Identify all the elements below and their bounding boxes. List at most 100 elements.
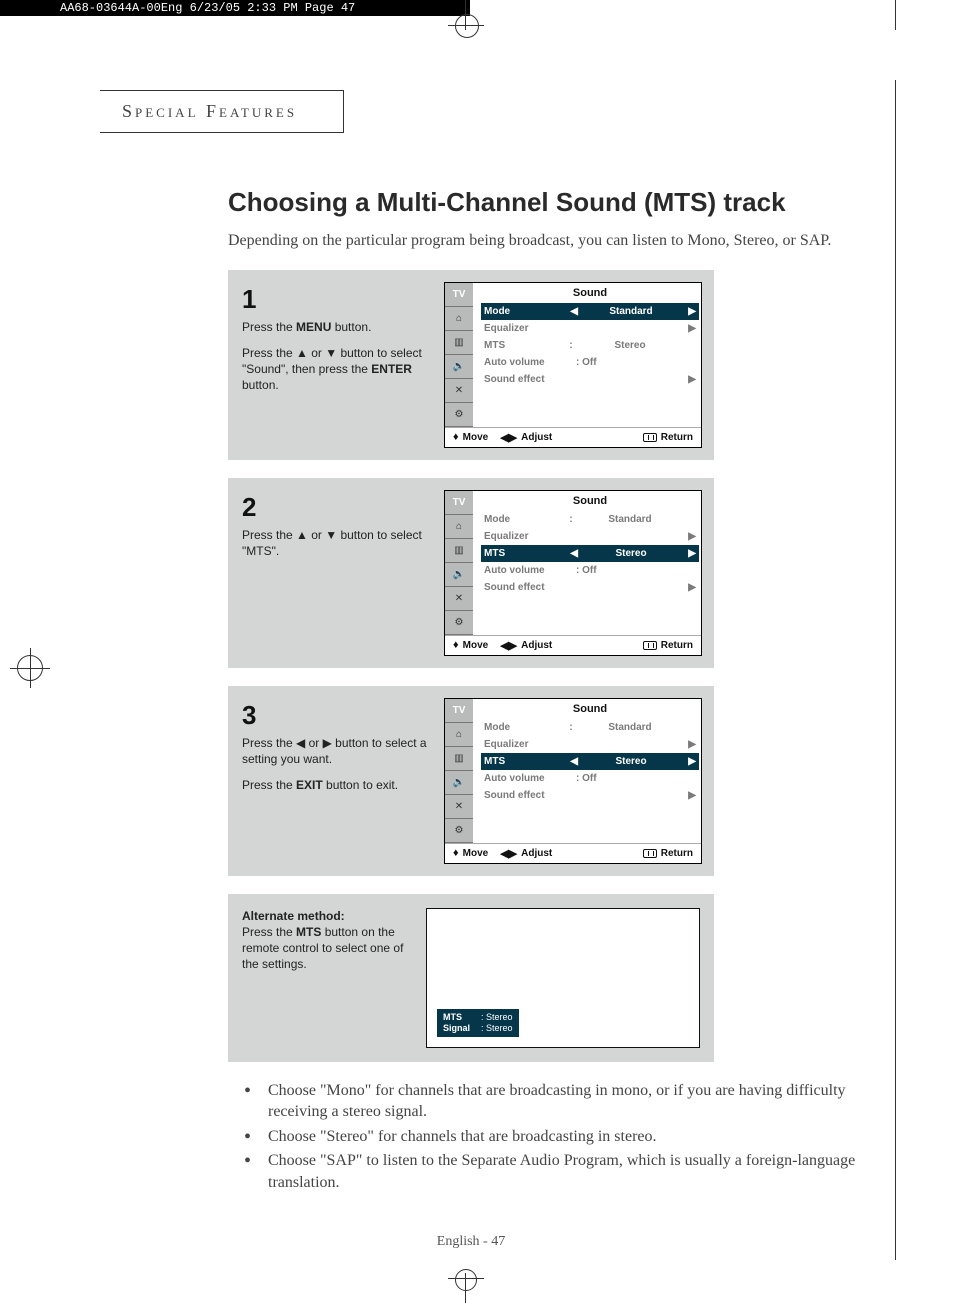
menu-av-label: Auto volume xyxy=(484,565,566,576)
footer-adjust: Adjust xyxy=(521,432,552,443)
setup-icon: ⚙ xyxy=(445,819,473,843)
step-3-text: 3 Press the ◀ or ▶ button to select a se… xyxy=(242,698,430,864)
leftright-icon: ◀▶ xyxy=(500,431,517,444)
menu-row-auto-volume: Auto volume : Off xyxy=(481,562,699,579)
step-1-number: 1 xyxy=(242,282,430,317)
menu-row-mode: Mode ◀ Standard ▶ xyxy=(481,303,699,320)
step-3-screenshot: TV ⌂ ▥ 🔊 ✕ ⚙ Sound Mode : Standard Equal xyxy=(444,698,702,864)
alternate-screenshot: MTS : Stereo Signal : Stereo xyxy=(426,908,700,1048)
osd-title: Sound xyxy=(481,703,699,715)
menu-mts-value: Stereo xyxy=(578,756,684,767)
arrow-right-icon: ▶ xyxy=(684,374,696,385)
picture-icon: ⌂ xyxy=(445,307,473,331)
menu-mts-value: Stereo xyxy=(576,340,684,351)
menu-se-label: Sound effect xyxy=(484,790,566,801)
return-icon xyxy=(643,433,657,442)
menu-row-mts: MTS : Stereo xyxy=(481,337,699,354)
osd-footer: ♦Move ◀▶Adjust Return xyxy=(445,427,701,447)
colon: : xyxy=(566,722,576,733)
menu-eq-label: Equalizer xyxy=(484,323,566,334)
alternate-method-block: Alternate method: Press the MTS button o… xyxy=(228,894,714,1062)
osd-title: Sound xyxy=(481,287,699,299)
step-3-block: 3 Press the ◀ or ▶ button to select a se… xyxy=(228,686,714,876)
menu-av-label: Auto volume xyxy=(484,773,566,784)
osd-signal-key: Signal xyxy=(443,1023,477,1034)
step-2-screenshot: TV ⌂ ▥ 🔊 ✕ ⚙ Sound Mode : Standard Equal xyxy=(444,490,702,656)
intro-paragraph: Depending on the particular program bein… xyxy=(228,230,858,252)
updown-icon: ♦ xyxy=(453,847,459,859)
step-1-p1c: button. xyxy=(331,320,371,334)
footer-move: Move xyxy=(463,432,489,443)
menu-mode-label: Mode xyxy=(484,306,566,317)
menu-row-equalizer: Equalizer ▶ xyxy=(481,320,699,337)
registration-mark-top xyxy=(465,0,489,30)
registration-mark-left xyxy=(10,648,50,688)
menu-se-label: Sound effect xyxy=(484,374,566,385)
picture-icon: ⌂ xyxy=(445,515,473,539)
channel-icon: ▥ xyxy=(445,331,473,355)
osd-mts-key: MTS xyxy=(443,1012,477,1023)
menu-row-auto-volume: Auto volume : Off xyxy=(481,770,699,787)
menu-row-sound-effect: Sound effect ▶ xyxy=(481,787,699,804)
osd-mts-val: : Stereo xyxy=(481,1012,513,1023)
menu-row-mode: Mode : Standard xyxy=(481,511,699,528)
arrow-left-icon: ◀ xyxy=(566,756,578,767)
note-sap: Choose "SAP" to listen to the Separate A… xyxy=(240,1150,860,1193)
menu-row-equalizer: Equalizer ▶ xyxy=(481,528,699,545)
note-stereo: Choose "Stereo" for channels that are br… xyxy=(240,1126,860,1148)
updown-icon: ♦ xyxy=(453,639,459,651)
step-1-block: 1 Press the MENU button. Press the ▲ or … xyxy=(228,270,714,460)
alternate-method-text: Alternate method: Press the MTS button o… xyxy=(242,908,412,973)
colon: : xyxy=(566,340,576,351)
menu-eq-label: Equalizer xyxy=(484,531,566,542)
osd-icon-rail: TV ⌂ ▥ 🔊 ✕ ⚙ xyxy=(445,491,473,635)
alt-body-a: Press the xyxy=(242,925,296,939)
sound-icon: 🔊 xyxy=(445,355,473,379)
menu-row-sound-effect: Sound effect ▶ xyxy=(481,371,699,388)
arrow-right-icon: ▶ xyxy=(684,306,696,317)
step-2-text: 2 Press the ▲ or ▼ button to select "MTS… xyxy=(242,490,430,656)
note-mono: Choose "Mono" for channels that are broa… xyxy=(240,1080,860,1123)
return-icon xyxy=(643,849,657,858)
leftright-icon: ◀▶ xyxy=(500,639,517,652)
menu-av-value: : Off xyxy=(576,565,684,576)
channel-icon: ▥ xyxy=(445,747,473,771)
picture-icon: ⌂ xyxy=(445,723,473,747)
osd-signal-val: : Stereo xyxy=(481,1023,513,1034)
step-3-p2c: button to exit. xyxy=(323,778,398,792)
footer-move: Move xyxy=(463,640,489,651)
timer-icon: ✕ xyxy=(445,587,473,611)
menu-av-label: Auto volume xyxy=(484,357,566,368)
page-content: Special Features Choosing a Multi-Channe… xyxy=(100,90,870,1250)
arrow-right-icon: ▶ xyxy=(684,548,696,559)
sound-icon: 🔊 xyxy=(445,563,473,587)
step-1-p1b: MENU xyxy=(296,320,331,334)
menu-row-mts: MTS ◀ Stereo ▶ xyxy=(481,545,699,562)
arrow-left-icon: ◀ xyxy=(566,548,578,559)
step-1-p2b: ENTER xyxy=(371,362,412,376)
osd-icon-rail: TV ⌂ ▥ 🔊 ✕ ⚙ xyxy=(445,699,473,843)
footer-move: Move xyxy=(463,848,489,859)
notes-list: Choose "Mono" for channels that are broa… xyxy=(240,1080,860,1194)
menu-row-mts: MTS ◀ Stereo ▶ xyxy=(481,753,699,770)
channel-icon: ▥ xyxy=(445,539,473,563)
menu-row-auto-volume: Auto volume : Off xyxy=(481,354,699,371)
menu-se-label: Sound effect xyxy=(484,582,566,593)
step-2-number: 2 xyxy=(242,490,430,525)
step-1-p2c: button. xyxy=(242,378,279,392)
section-header: Special Features xyxy=(100,90,344,133)
menu-mts-label: MTS xyxy=(484,756,566,767)
step-1-screenshot: TV ⌂ ▥ 🔊 ✕ ⚙ Sound Mode ◀ Standard ▶ xyxy=(444,282,702,448)
step-3-p2a: Press the xyxy=(242,778,296,792)
arrow-right-icon: ▶ xyxy=(684,790,696,801)
footer-adjust: Adjust xyxy=(521,640,552,651)
menu-mode-label: Mode xyxy=(484,514,566,525)
step-1-text: 1 Press the MENU button. Press the ▲ or … xyxy=(242,282,430,448)
step-3-number: 3 xyxy=(242,698,430,733)
menu-mts-label: MTS xyxy=(484,548,566,559)
setup-icon: ⚙ xyxy=(445,403,473,427)
setup-icon: ⚙ xyxy=(445,611,473,635)
footer-return: Return xyxy=(661,432,693,443)
footer-adjust: Adjust xyxy=(521,848,552,859)
arrow-right-icon: ▶ xyxy=(684,582,696,593)
